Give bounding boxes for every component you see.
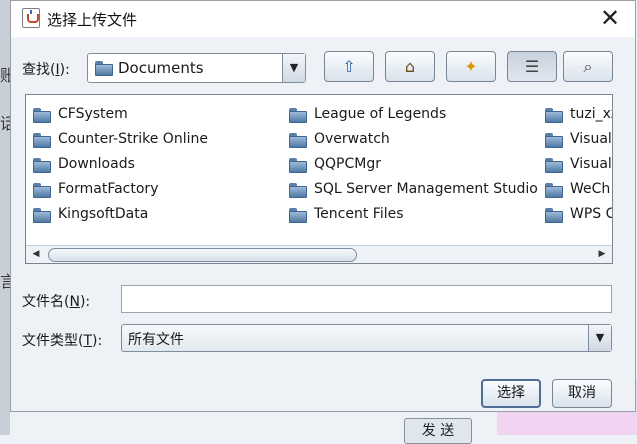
folder-icon bbox=[545, 158, 563, 173]
folder-icon bbox=[289, 108, 307, 123]
home-button[interactable]: ⌂ bbox=[385, 51, 435, 82]
up-one-level-button[interactable]: ⇧ bbox=[324, 51, 374, 82]
filetype-label: 文件类型(T): bbox=[22, 333, 103, 349]
new-folder-button[interactable]: ✦ bbox=[446, 51, 496, 82]
up-one-level-icon: ⇧ bbox=[342, 57, 356, 76]
filetype-value: 所有文件 bbox=[128, 332, 184, 348]
folder-icon bbox=[289, 133, 307, 148]
lookin-value: Documents bbox=[118, 59, 204, 77]
scrollbar-thumb[interactable] bbox=[48, 248, 357, 262]
background-send-button[interactable]: 发 送 bbox=[404, 418, 472, 444]
file-list[interactable]: CFSystem Counter-Strike Online Downloads… bbox=[25, 94, 613, 264]
scroll-right-icon[interactable]: ▶ bbox=[594, 246, 610, 263]
folder-icon bbox=[33, 133, 51, 148]
list-view-button[interactable]: ☰ bbox=[507, 51, 557, 82]
dialog-title: 选择上传文件 bbox=[47, 11, 138, 29]
lookin-label: 查找(I): bbox=[22, 62, 70, 78]
folder-icon bbox=[545, 183, 563, 198]
select-button[interactable]: 选择 bbox=[481, 379, 541, 408]
folder-icon bbox=[545, 108, 563, 123]
folder-icon bbox=[33, 158, 51, 173]
file-chooser-dialog: 选择上传文件 ✕ 查找(I): Documents ▼ ⇧ ⌂ ✦ ☰ ⌕ CF… bbox=[10, 0, 636, 412]
folder-icon bbox=[289, 183, 307, 198]
java-app-icon bbox=[22, 8, 40, 28]
details-view-icon: ⌕ bbox=[583, 57, 593, 76]
folder-icon bbox=[95, 61, 113, 76]
folder-icon bbox=[33, 183, 51, 198]
chevron-down-icon[interactable]: ▼ bbox=[588, 325, 611, 351]
folder-icon bbox=[289, 158, 307, 173]
title-bar: 选择上传文件 ✕ bbox=[11, 1, 635, 37]
filename-input[interactable] bbox=[121, 285, 612, 313]
home-icon: ⌂ bbox=[404, 57, 416, 76]
folder-icon bbox=[545, 133, 563, 148]
scroll-left-icon[interactable]: ◀ bbox=[28, 246, 44, 263]
horizontal-scrollbar[interactable]: ◀ ▶ bbox=[26, 245, 612, 263]
list-view-icon: ☰ bbox=[524, 57, 540, 76]
folder-icon bbox=[289, 208, 307, 223]
folder-icon bbox=[33, 108, 51, 123]
filename-label: 文件名(N): bbox=[22, 294, 91, 310]
filetype-select[interactable]: 所有文件 ▼ bbox=[121, 324, 612, 352]
folder-icon bbox=[33, 208, 51, 223]
new-folder-icon: ✦ bbox=[464, 57, 478, 76]
folder-icon bbox=[545, 208, 563, 223]
chevron-down-icon[interactable]: ▼ bbox=[282, 54, 305, 82]
cancel-button[interactable]: 取消 bbox=[552, 379, 612, 408]
details-view-button[interactable]: ⌕ bbox=[563, 51, 613, 82]
close-icon[interactable]: ✕ bbox=[597, 5, 623, 31]
lookin-combo[interactable]: Documents ▼ bbox=[87, 53, 306, 83]
